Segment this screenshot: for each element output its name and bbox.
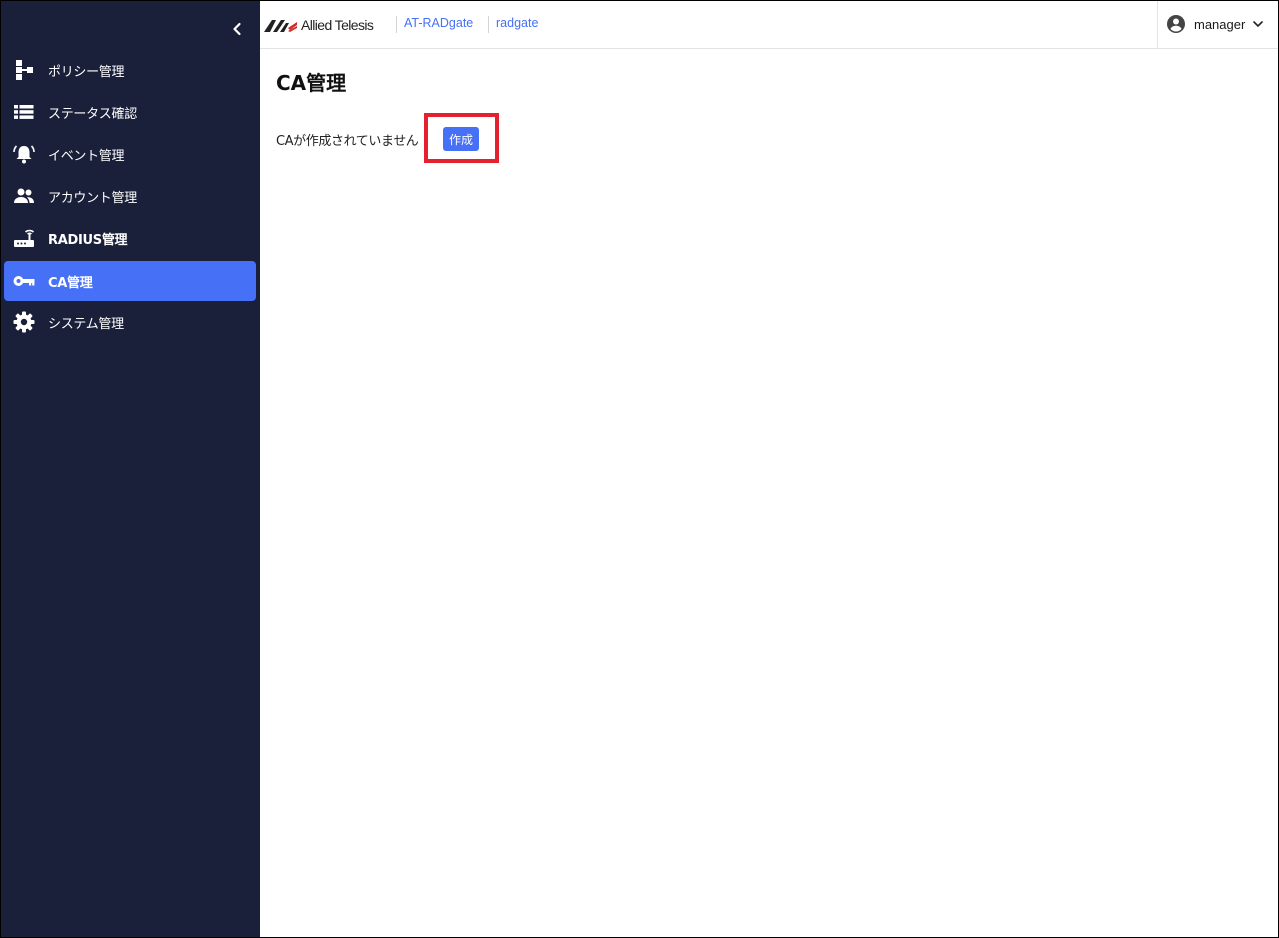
- people-icon: [12, 184, 36, 208]
- divider: [488, 16, 489, 33]
- sidebar-item-label: ステータス確認: [48, 106, 137, 122]
- divider: [396, 16, 397, 33]
- breadcrumb-hostname[interactable]: radgate: [496, 16, 538, 30]
- breadcrumb-product[interactable]: AT-RADgate: [404, 16, 473, 30]
- top-bar: Allied Telesis AT-RADgate radgate manage…: [260, 0, 1279, 49]
- sidebar-item-label: イベント管理: [48, 148, 125, 164]
- sidebar-item-ca[interactable]: CA管理: [4, 261, 256, 301]
- chevron-down-icon: [1253, 21, 1264, 28]
- user-menu[interactable]: manager: [1157, 0, 1279, 48]
- account-circle-icon: [1167, 15, 1185, 33]
- sidebar: ポリシー管理 ステータス確認 イベント管理 アカウント管理 RADIUS管理 C…: [0, 0, 260, 938]
- policy-tree-icon: [12, 58, 36, 82]
- brand-name: Allied Telesis: [301, 17, 374, 33]
- allied-telesis-logo-icon: [264, 20, 297, 32]
- sidebar-item-label: アカウント管理: [48, 190, 137, 206]
- sidebar-item-status[interactable]: ステータス確認: [4, 92, 256, 132]
- sidebar-item-label: システム管理: [48, 316, 124, 332]
- user-name: manager: [1194, 16, 1246, 32]
- key-icon: [12, 269, 36, 293]
- sidebar-item-label: RADIUS管理: [48, 232, 128, 248]
- router-icon: [12, 226, 36, 250]
- collapse-sidebar-button[interactable]: [226, 18, 248, 40]
- gear-icon: [12, 310, 36, 334]
- sidebar-item-accounts[interactable]: アカウント管理: [4, 176, 256, 216]
- sidebar-item-events[interactable]: イベント管理: [4, 134, 256, 174]
- sidebar-item-radius[interactable]: RADIUS管理: [4, 218, 256, 258]
- empty-state-message: CAが作成されていません: [276, 134, 419, 149]
- alarm-bell-icon: [12, 142, 36, 166]
- page-title: CA管理: [276, 71, 347, 95]
- brand-logo: Allied Telesis: [264, 15, 374, 35]
- list-icon: [12, 100, 36, 124]
- sidebar-item-label: CA管理: [48, 275, 93, 291]
- chevron-left-icon: [233, 22, 241, 36]
- sidebar-item-system[interactable]: システム管理: [4, 302, 256, 342]
- create-ca-button[interactable]: 作成: [443, 127, 479, 151]
- sidebar-item-policy[interactable]: ポリシー管理: [4, 50, 256, 90]
- sidebar-item-label: ポリシー管理: [48, 64, 125, 80]
